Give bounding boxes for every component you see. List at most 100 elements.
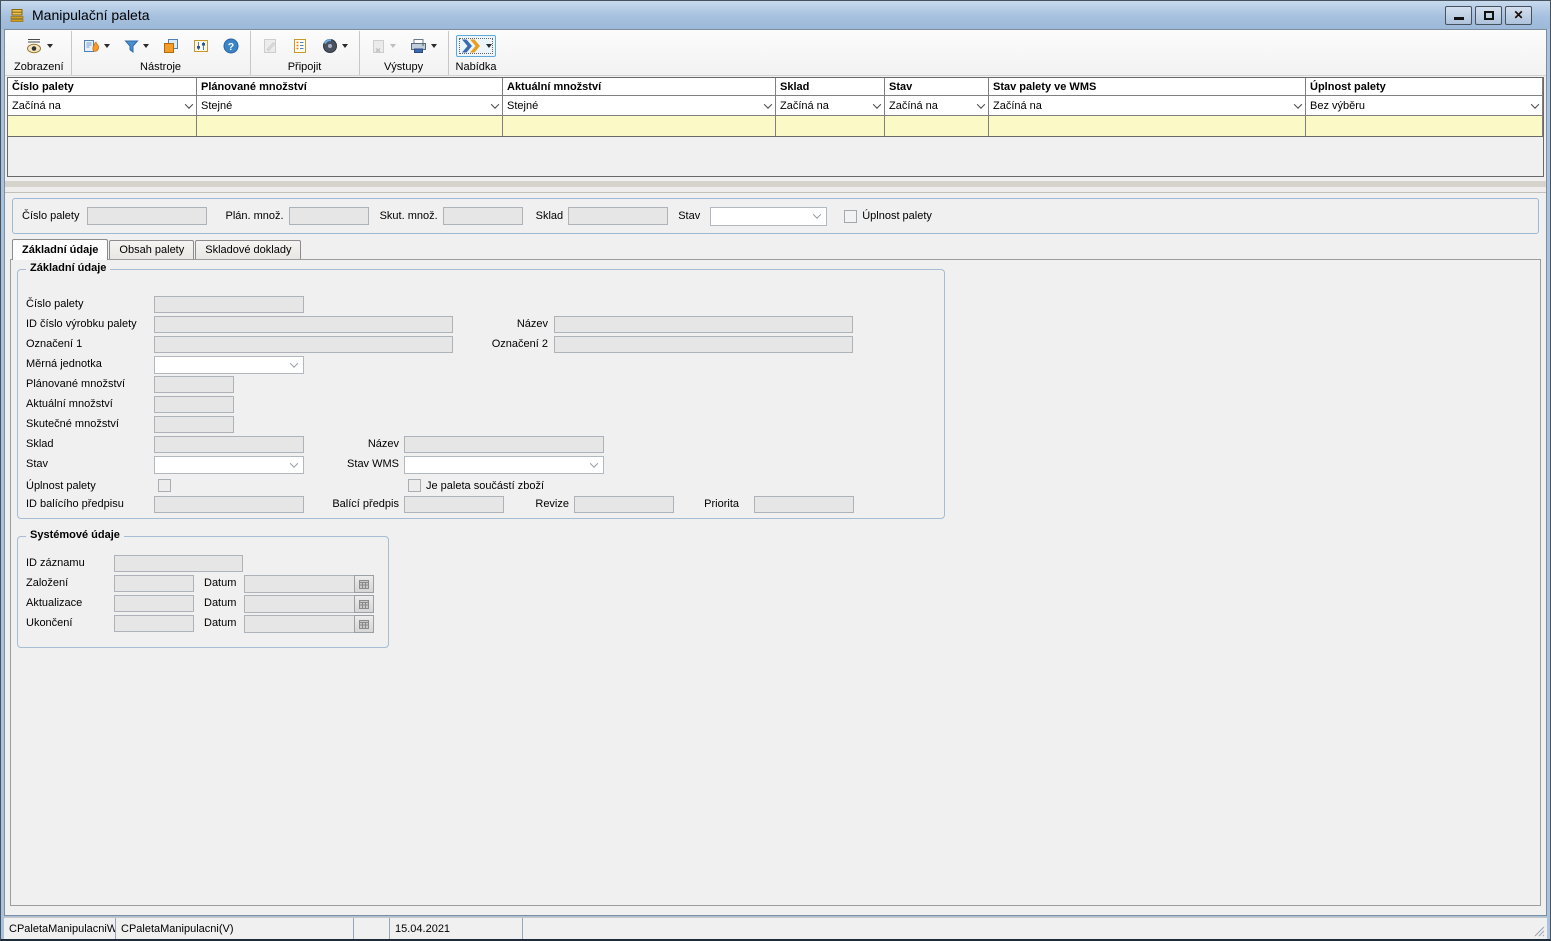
filter-operator-dropdown[interactable]: Bez výběru [1306, 96, 1543, 115]
date-input [244, 595, 354, 613]
filter-value-cell[interactable] [197, 116, 503, 136]
tab-page: Základní údaje Číslo palety ID číslo výr… [10, 259, 1541, 906]
filter-button[interactable] [120, 36, 153, 57]
print-button[interactable] [406, 35, 441, 57]
nazev-vyrobku-input [554, 316, 853, 333]
window-title: Manipulační paleta [32, 7, 150, 23]
chevron-down-icon [1531, 100, 1539, 108]
checklist-button[interactable] [288, 35, 312, 57]
chevron-down-icon [764, 100, 772, 108]
stav-wms-dropdown[interactable] [404, 456, 604, 474]
calendar-icon [359, 599, 369, 609]
edit-document-button [258, 35, 282, 57]
minimize-button[interactable] [1445, 6, 1472, 25]
column-header[interactable]: Sklad [776, 78, 885, 95]
app-window: Manipulační paleta ✕ [0, 0, 1551, 941]
chevron-down-icon [185, 100, 193, 108]
filter-operator-dropdown[interactable]: Stejné [197, 96, 503, 115]
column-header[interactable]: Plánované množství [197, 78, 503, 95]
title-bar: Manipulační paleta ✕ [1, 1, 1550, 29]
settings-button[interactable] [189, 35, 213, 57]
column-header[interactable]: Číslo palety [8, 78, 197, 95]
field-label: Plánované množství [26, 378, 125, 390]
toolbar-group-pripojit: Připojit [250, 31, 359, 75]
aktualni-mnozstvi-input [154, 396, 234, 413]
field-label: Skutečné množství [26, 418, 119, 430]
copy-layout-icon [163, 38, 179, 54]
skutecne-mnozstvi-input [154, 416, 234, 433]
groupbox-zakladni-udaje: Základní údaje Číslo palety ID číslo výr… [17, 269, 945, 519]
dropdown-arrow-icon [486, 44, 492, 48]
filter-operator-dropdown[interactable]: Začíná na [8, 96, 197, 115]
stav-dropdown[interactable] [154, 456, 304, 474]
export-button [367, 36, 400, 57]
toolbar-group-nabidka: Nabídka [448, 31, 504, 75]
eye-view-icon [25, 38, 43, 54]
printer-icon [410, 38, 427, 54]
operator-value: Začíná na [12, 100, 61, 112]
filter-value-cell[interactable] [989, 116, 1306, 136]
help-button[interactable]: ? [219, 35, 243, 57]
menu-button[interactable] [456, 35, 496, 57]
field-label: Plán. množ. [225, 210, 283, 222]
filter-value-cell[interactable] [1306, 116, 1543, 136]
column-header[interactable]: Aktuální množství [503, 78, 776, 95]
column-header[interactable]: Stav palety ve WMS [989, 78, 1306, 95]
resize-grip[interactable] [1531, 923, 1545, 937]
status-bar: CPaletaManipulacniWrap CPaletaManipulacn… [4, 917, 1547, 939]
field-label: Číslo palety [22, 210, 79, 222]
chevron-down-icon [1294, 100, 1302, 108]
uplnost-palety-checkbox[interactable] [844, 210, 857, 223]
field-label: Úplnost palety [26, 480, 96, 492]
merna-jednotka-dropdown[interactable] [154, 356, 304, 374]
field-label: Název [448, 318, 548, 330]
operator-value: Bez výběru [1310, 100, 1365, 112]
groupbox-title: Systémové údaje [26, 529, 124, 541]
window-content: Zobrazení [4, 29, 1547, 916]
column-header[interactable]: Stav [885, 78, 989, 95]
filter-value-cell[interactable] [885, 116, 989, 136]
pallet-icon [9, 7, 25, 23]
operator-value: Začíná na [889, 100, 938, 112]
maximize-button[interactable] [1475, 6, 1502, 25]
oznaceni2-input [554, 336, 853, 353]
toolbar-group-zobrazeni: Zobrazení [7, 31, 71, 75]
stav-dropdown[interactable] [710, 207, 827, 226]
filter-operator-dropdown[interactable]: Začíná na [885, 96, 989, 115]
notebook-flame-icon [83, 38, 100, 54]
view-menu-button[interactable] [21, 35, 57, 57]
dropdown-arrow-icon [143, 44, 149, 48]
field-label: Ukončení [26, 617, 72, 629]
tab-skladove-doklady[interactable]: Skladové doklady [195, 240, 301, 259]
close-button[interactable]: ✕ [1505, 6, 1532, 25]
filter-value-cell[interactable] [503, 116, 776, 136]
splitter-bar[interactable] [5, 177, 1546, 193]
sklad-field [568, 207, 668, 225]
edit-document-icon [262, 38, 278, 54]
aktualizace-datum-field [244, 595, 374, 613]
dropdown-arrow-icon [431, 44, 437, 48]
operator-value: Stejné [201, 100, 232, 112]
filter-value-cell[interactable] [8, 116, 197, 136]
field-label: Název [296, 438, 399, 450]
disc-icon [322, 38, 338, 54]
filter-operator-dropdown[interactable]: Stejné [503, 96, 776, 115]
copy-layout-button[interactable] [159, 35, 183, 57]
column-header[interactable]: Úplnost palety [1306, 78, 1543, 95]
checkbox-label: Je paleta součástí zboží [426, 480, 544, 492]
ukonceni-datum-field [244, 615, 374, 633]
balici-predpis-input [404, 496, 504, 513]
filter-operator-dropdown[interactable]: Začíná na [776, 96, 885, 115]
help-icon: ? [223, 38, 239, 54]
tab-zakladni-udaje[interactable]: Základní údaje [12, 239, 108, 260]
toolbar-group-label: Nabídka [456, 60, 497, 75]
dropdown-arrow-icon [47, 44, 53, 48]
tab-obsah-palety[interactable]: Obsah palety [109, 240, 194, 259]
filter-operator-dropdown[interactable]: Začíná na [989, 96, 1306, 115]
field-label: Skut. množ. [380, 210, 438, 222]
status-cell-empty [354, 918, 390, 939]
connect-button[interactable] [318, 35, 352, 57]
filter-value-cell[interactable] [776, 116, 885, 136]
tools-button[interactable] [79, 35, 114, 57]
window-controls: ✕ [1445, 6, 1544, 25]
